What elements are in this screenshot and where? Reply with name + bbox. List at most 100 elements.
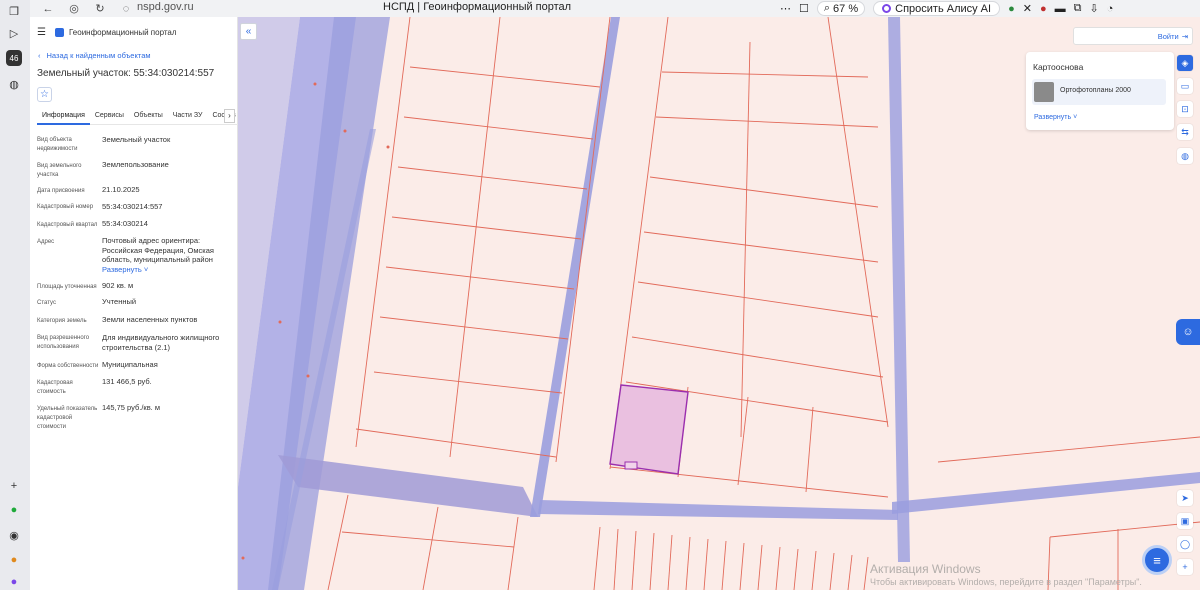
road-band xyxy=(538,500,898,520)
field-label: Вид разрешенного использования xyxy=(37,335,90,350)
messenger-icon[interactable]: ◉ xyxy=(6,527,22,543)
field-value: 902 кв. м xyxy=(102,281,134,290)
layers-tool-icon[interactable]: ◈ xyxy=(1177,55,1193,71)
shield-icon[interactable]: ◎ xyxy=(66,2,82,16)
browser-sidebar: ❐ ▷ 46 ◍ + ● ◉ ● ● xyxy=(0,0,30,590)
avatar-icon[interactable]: ● xyxy=(1040,3,1047,15)
chevron-left-icon: ‹ xyxy=(38,51,41,60)
alice-sidebar-icon[interactable]: ● xyxy=(6,574,22,590)
tab-scroll-right-button[interactable]: › xyxy=(224,109,235,123)
field-label: Вид объекта недвижимости xyxy=(37,137,78,152)
browser-toolbar: ▤ ← ◎ ↻ ◌ nspd.gov.ru НСПД | Геоинформац… xyxy=(0,0,1200,17)
basemap-expand-label: Развернуть xyxy=(1034,114,1072,121)
more-icon[interactable]: ⋯ xyxy=(780,2,791,15)
shield-ext-icon[interactable]: ▬ xyxy=(1055,3,1066,15)
toolbar-right: ⋯ ☐ ⌕ 67 % Спросить Алису AI ● ✕ ● ▬ ⧉ ⇩… xyxy=(780,0,1113,17)
login-label: Войти xyxy=(1157,31,1179,41)
basemap-option[interactable]: Ортофотопланы 2000 xyxy=(1032,79,1166,105)
lock-icon: ◌ xyxy=(122,2,130,15)
field-value: Землепользование xyxy=(102,160,169,169)
refresh-icon[interactable]: ◍ xyxy=(6,76,22,92)
tab-parts[interactable]: Части ЗУ xyxy=(168,109,208,125)
zoom-in-icon[interactable]: + xyxy=(1177,559,1193,575)
basemap-expand-link[interactable]: Развернуть ˅ xyxy=(1034,114,1077,121)
portal-title: Геоинформационный портал xyxy=(69,27,177,37)
collections-icon[interactable]: ❐ xyxy=(6,3,22,19)
windows-watermark-text: Чтобы активировать Windows, перейдите в … xyxy=(870,577,1142,587)
circle-tool-icon[interactable]: ◯ xyxy=(1177,536,1193,552)
puzzle-icon[interactable]: ⧉ xyxy=(1074,2,1082,15)
locate-tool-icon[interactable]: ➤ xyxy=(1177,490,1193,506)
field-label: Удельный показатель кадастровой стоимост… xyxy=(37,406,98,430)
road-band xyxy=(888,17,910,562)
info-panel: ☰ Геоинформационный портал ‹ Назад к най… xyxy=(30,17,238,590)
tab-information[interactable]: Информация xyxy=(37,109,90,125)
back-arrow-icon[interactable]: ← xyxy=(40,2,56,16)
field-label: Кадастровая стоимость xyxy=(37,380,73,395)
page-title: НСПД | Геоинформационный портал xyxy=(383,1,572,13)
field-value: Земельный участок xyxy=(102,135,171,144)
field-value: 55:34:030214 xyxy=(102,219,148,228)
windows-watermark-title: Активация Windows xyxy=(870,562,981,576)
reload-icon[interactable]: ↻ xyxy=(92,2,108,16)
field-label: Вид земельного участка xyxy=(37,163,82,178)
back-link-label: Назад к найденным объектам xyxy=(46,51,151,60)
extension-icon[interactable]: ● xyxy=(1008,3,1015,15)
field-value: Для индивидуального жилищного строительс… xyxy=(102,333,220,352)
emoji-icon[interactable]: ● xyxy=(6,552,22,568)
basemap-option-label: Ортофотопланы 2000 xyxy=(1060,87,1131,94)
field-value: 145,75 руб./кв. м xyxy=(102,403,160,412)
login-button[interactable]: Войти ⇥ xyxy=(1073,27,1193,45)
field-value: 21.10.2025 xyxy=(102,185,140,194)
basemap-title: Картооснова xyxy=(1033,62,1084,72)
alice-label: Спросить Алису AI xyxy=(895,2,992,15)
add-icon[interactable]: + xyxy=(6,478,22,494)
panel-header: ☰ Геоинформационный портал xyxy=(30,23,238,41)
map-mode-icon[interactable]: ▣ xyxy=(1177,513,1193,529)
zoom-button[interactable]: ⌕ 67 % xyxy=(816,1,866,16)
login-icon: ⇥ xyxy=(1181,31,1188,41)
field-label: Кадастровый квартал xyxy=(37,222,98,228)
field-label: Категория земель xyxy=(37,318,87,324)
field-label: Форма собственности xyxy=(37,363,99,369)
parcel-grid-left xyxy=(355,17,611,463)
object-title: Земельный участок: 55:34:030214:557 xyxy=(37,68,215,79)
badge-icon[interactable]: 46 xyxy=(6,50,22,66)
chat-icon[interactable]: ≡ xyxy=(1142,545,1172,575)
road-band xyxy=(892,472,1200,514)
selected-parcel[interactable] xyxy=(609,384,689,475)
helper-widget-icon[interactable]: ☺ xyxy=(1176,319,1200,345)
share-tool-icon[interactable]: ⇆ xyxy=(1177,124,1193,140)
field-value: 131 466,5 руб. xyxy=(102,377,152,386)
chevron-down-icon: ˅ xyxy=(143,265,149,274)
zoom-icon: ⌕ xyxy=(823,2,831,14)
field-value: Учтенный xyxy=(102,297,137,306)
collapse-panel-button[interactable]: « xyxy=(240,23,257,40)
menu-icon[interactable]: ☰ xyxy=(37,27,47,38)
whatsapp-icon[interactable]: ● xyxy=(6,502,22,518)
play-icon[interactable]: ▷ xyxy=(6,25,22,41)
tool-icon[interactable]: ✕ xyxy=(1023,2,1032,15)
globe-tool-icon[interactable]: ◍ xyxy=(1177,148,1193,164)
address-expand-link[interactable]: Развернуть ˅ xyxy=(102,265,232,275)
profile-icon[interactable]: ◔ xyxy=(1107,3,1114,15)
download-icon[interactable]: ⇩ xyxy=(1089,2,1098,15)
zoom-level: 67 % xyxy=(833,2,859,15)
field-label: Кадастровый номер xyxy=(37,204,94,210)
orthophoto-thumbnail xyxy=(1034,82,1054,102)
field-label: Статус xyxy=(37,300,56,306)
back-link[interactable]: ‹ Назад к найденным объектам xyxy=(38,51,151,60)
address-value: Почтовый адрес ориентира: Российская Фед… xyxy=(102,236,214,264)
address-bar[interactable]: nspd.gov.ru xyxy=(137,1,194,13)
measure-tool-icon[interactable]: ⊡ xyxy=(1177,101,1193,117)
alice-button[interactable]: Спросить Алису AI xyxy=(873,1,1001,16)
alice-icon xyxy=(882,4,892,13)
portal-logo-icon xyxy=(55,27,64,37)
favorite-star-icon[interactable]: ☆ xyxy=(37,87,52,102)
tab-objects[interactable]: Объекты xyxy=(129,109,168,125)
tab-bar: Информация Сервисы Объекты Части ЗУ Сост… xyxy=(37,109,238,125)
legend-tool-icon[interactable]: ▭ xyxy=(1177,78,1193,94)
tab-services[interactable]: Сервисы xyxy=(90,109,129,125)
bookmark-icon[interactable]: ☐ xyxy=(799,2,809,15)
field-value: 55:34:030214:557 xyxy=(102,202,163,211)
